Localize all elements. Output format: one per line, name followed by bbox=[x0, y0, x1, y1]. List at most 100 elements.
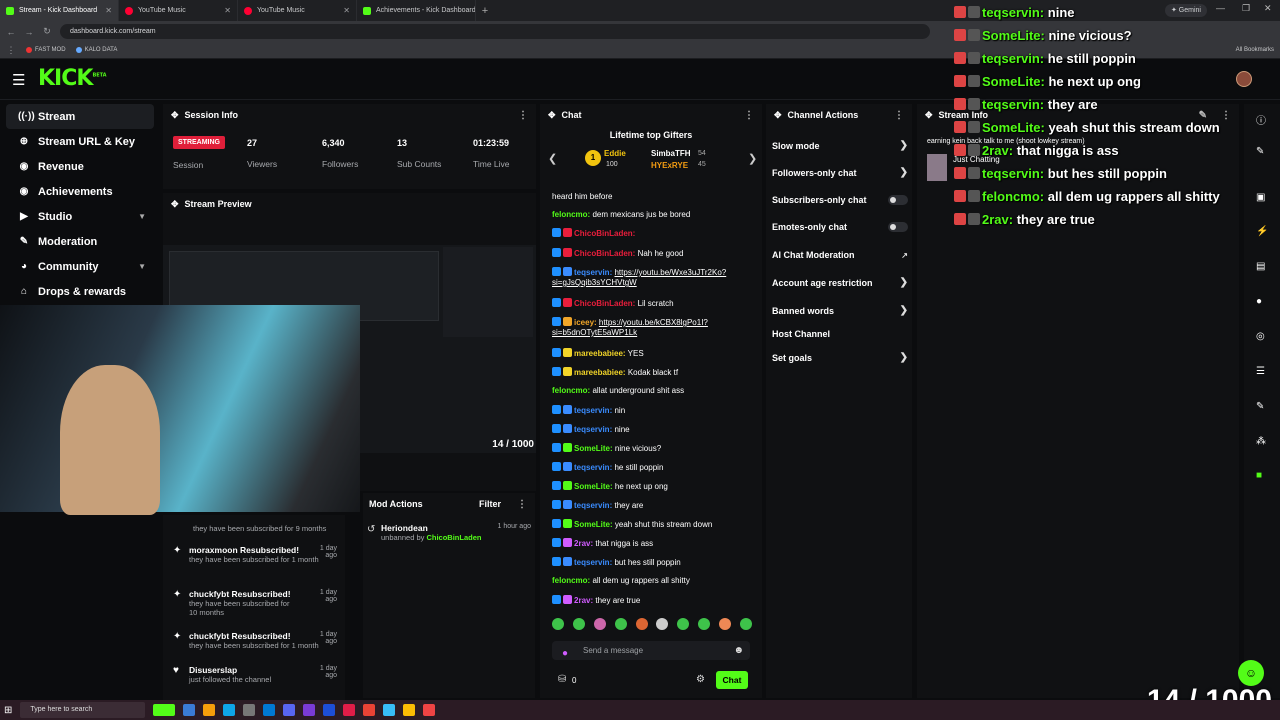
app-icon[interactable] bbox=[383, 704, 396, 716]
channel-action-host-channel[interactable]: Host Channel bbox=[772, 329, 908, 339]
reload-icon[interactable]: ↻ bbox=[42, 26, 52, 37]
clipboard-icon[interactable]: ▤ bbox=[1256, 261, 1265, 272]
chat-username[interactable]: ChicoBinLaden: bbox=[574, 229, 635, 238]
drag-handle-icon[interactable]: ✥ bbox=[171, 199, 179, 210]
chat-username[interactable]: 2rav: bbox=[574, 596, 593, 605]
app-icon[interactable] bbox=[323, 704, 336, 716]
more-options-icon[interactable]: ⋮ bbox=[517, 499, 527, 510]
channel-action-banned-words[interactable]: Banned words ❯ bbox=[772, 305, 908, 316]
chat-username[interactable]: teqservin: bbox=[574, 463, 612, 472]
send-chat-button[interactable]: Chat bbox=[716, 671, 748, 689]
chat-username[interactable]: SomeLite: bbox=[574, 520, 613, 529]
chat-username[interactable]: teqservin: bbox=[574, 558, 612, 567]
drag-handle-icon[interactable]: ✥ bbox=[548, 110, 556, 121]
sidebar-item-achievements[interactable]: ◉ Achievements bbox=[6, 179, 154, 204]
chat-username[interactable]: SomeLite: bbox=[574, 444, 613, 453]
chat-username[interactable]: ChicoBinLaden: bbox=[574, 299, 635, 308]
chat-bubble-icon[interactable]: ● bbox=[1256, 296, 1262, 307]
drag-handle-icon[interactable]: ✥ bbox=[774, 110, 782, 121]
emoji-picker-icon[interactable]: ☻ bbox=[733, 641, 744, 660]
frog-app-icon[interactable] bbox=[153, 704, 176, 716]
chevron-right-icon[interactable]: ❯ bbox=[748, 152, 757, 165]
app-icon[interactable] bbox=[183, 704, 196, 716]
app-icon[interactable] bbox=[243, 704, 256, 716]
wrench-icon[interactable]: ✎ bbox=[1256, 401, 1264, 412]
emote-icon[interactable] bbox=[552, 618, 564, 630]
channel-action-followers-only[interactable]: Followers-only chat ❯ bbox=[772, 167, 908, 178]
chat-username[interactable]: teqservin: bbox=[574, 268, 612, 277]
chat-username[interactable]: SomeLite: bbox=[574, 482, 613, 491]
sidebar-item-stream[interactable]: ((·)) Stream bbox=[6, 104, 154, 129]
app-icon[interactable] bbox=[263, 704, 276, 716]
close-tab-icon[interactable]: ✕ bbox=[105, 6, 112, 15]
discord-icon[interactable] bbox=[283, 704, 296, 716]
emote-icon[interactable] bbox=[698, 618, 711, 630]
kick-logo[interactable]: KICKBETA bbox=[38, 66, 107, 91]
chat-username[interactable]: feloncmo: bbox=[552, 576, 590, 585]
more-options-icon[interactable]: ⋮ bbox=[894, 110, 904, 121]
chrome-icon[interactable] bbox=[403, 704, 416, 716]
chat-username[interactable]: teqservin: bbox=[574, 501, 612, 510]
chat-username[interactable]: 2rav: bbox=[574, 539, 593, 548]
chat-username[interactable]: feloncmo: bbox=[552, 210, 590, 219]
hamburger-menu-icon[interactable]: ☰ bbox=[12, 71, 25, 89]
filter-button[interactable]: Filter bbox=[479, 499, 501, 509]
app-icon[interactable] bbox=[303, 704, 316, 716]
url-field[interactable]: dashboard.kick.com/stream bbox=[60, 24, 930, 39]
new-tab-button[interactable]: + bbox=[476, 5, 494, 17]
points-icon[interactable]: ⛁ bbox=[558, 674, 566, 685]
bookmark-fast-mod[interactable]: FAST MOD bbox=[26, 47, 66, 53]
app-icon[interactable] bbox=[343, 704, 356, 716]
app-icon[interactable] bbox=[423, 704, 436, 716]
broadcast-icon[interactable]: ◎ bbox=[1256, 331, 1265, 342]
chat-message-input[interactable]: Send a message ● ☻ bbox=[552, 641, 750, 660]
emote-icon[interactable] bbox=[656, 618, 669, 630]
close-tab-icon[interactable]: ✕ bbox=[343, 6, 350, 15]
chat-username[interactable]: mareebabiee: bbox=[574, 349, 626, 358]
share-icon[interactable]: ⁂ bbox=[1256, 436, 1266, 447]
apps-icon[interactable]: ⋮ bbox=[6, 45, 16, 56]
microphone-icon[interactable]: ● bbox=[562, 644, 568, 663]
browser-tab-youtube-music[interactable]: YouTube Music ✕ bbox=[119, 0, 238, 21]
app-icon[interactable] bbox=[223, 704, 236, 716]
emote-icon[interactable] bbox=[677, 618, 690, 630]
channel-action-slow-mode[interactable]: Slow mode ❯ bbox=[772, 140, 908, 151]
chevron-left-icon[interactable]: ❮ bbox=[548, 152, 557, 165]
emote-icon[interactable] bbox=[635, 618, 648, 630]
more-options-icon[interactable]: ⋮ bbox=[744, 110, 754, 121]
chat-username[interactable]: teqservin: bbox=[574, 425, 612, 434]
chat-username[interactable]: iceey: bbox=[574, 318, 597, 327]
emote-icon[interactable] bbox=[593, 618, 606, 630]
sidebar-item-community[interactable]: ◕ Community ▼ bbox=[6, 254, 154, 279]
emote-icon[interactable] bbox=[719, 618, 731, 630]
drag-handle-icon[interactable]: ✥ bbox=[171, 110, 179, 121]
chat-username[interactable]: ChicoBinLaden: bbox=[574, 249, 635, 258]
sidebar-item-stream-url-key[interactable]: ⊕ Stream URL & Key bbox=[6, 129, 154, 154]
drag-handle-icon[interactable]: ✥ bbox=[925, 110, 933, 121]
close-tab-icon[interactable]: ✕ bbox=[224, 6, 231, 15]
app-icon[interactable] bbox=[363, 704, 376, 716]
chat-username[interactable]: feloncmo: bbox=[552, 386, 590, 395]
more-options-icon[interactable]: ⋮ bbox=[518, 110, 528, 121]
browser-tab-kick-stream[interactable]: Stream - Kick Dashboard ✕ bbox=[0, 0, 119, 21]
forward-icon[interactable]: → bbox=[24, 27, 34, 37]
emote-icon[interactable] bbox=[614, 618, 627, 630]
chat-settings-gear-icon[interactable]: ⚙ bbox=[696, 674, 705, 685]
channel-action-ai-moderation[interactable]: AI Chat Moderation ↗ bbox=[772, 250, 908, 260]
chat-username[interactable]: teqservin: bbox=[574, 406, 612, 415]
sidebar-item-studio[interactable]: ▶ Studio ▼ bbox=[6, 204, 154, 229]
emote-icon[interactable] bbox=[739, 618, 752, 630]
sidebar-item-revenue[interactable]: ◉ Revenue bbox=[6, 154, 154, 179]
support-chat-button[interactable]: ☺ bbox=[1238, 660, 1264, 686]
channel-action-set-goals[interactable]: Set goals ❯ bbox=[772, 352, 908, 363]
sidebar-item-drops-rewards[interactable]: ⌂ Drops & rewards bbox=[6, 279, 154, 304]
kick-icon[interactable]: ■ bbox=[1256, 470, 1262, 481]
taskbar-search[interactable]: Type here to search bbox=[20, 702, 146, 718]
subscribers-only-toggle[interactable] bbox=[888, 195, 908, 205]
bookmark-kalo-data[interactable]: KALO DATA bbox=[75, 47, 117, 53]
emote-icon[interactable] bbox=[572, 618, 585, 630]
browser-tab-youtube-music-2[interactable]: YouTube Music ✕ bbox=[238, 0, 357, 21]
chat-username[interactable]: mareebabiee: bbox=[574, 368, 626, 377]
app-icon[interactable] bbox=[203, 704, 216, 716]
back-icon[interactable]: ← bbox=[6, 27, 16, 37]
